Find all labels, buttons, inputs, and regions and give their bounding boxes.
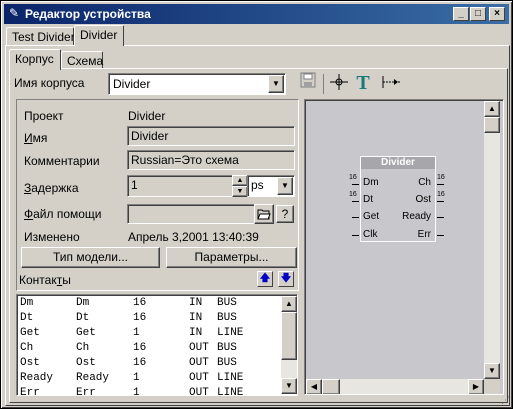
symbol-canvas[interactable]: Divider Dm Dt Get Clk Ch Ost Ready Err 1…	[304, 99, 504, 395]
chevron-down-icon[interactable]: ▼	[277, 177, 293, 195]
delay-field[interactable]: 1	[127, 175, 233, 197]
minimize-button[interactable]: _	[453, 7, 469, 21]
delay-down-button[interactable]: ▼	[232, 186, 248, 197]
window-title: Редактор устройства	[25, 7, 151, 21]
device-symbol[interactable]: Divider Dm Dt Get Clk Ch Ost Ready Err	[360, 156, 436, 242]
scroll-corner	[484, 379, 500, 394]
tab-divider[interactable]: Divider	[74, 25, 124, 46]
delay-up-button[interactable]: ▲	[232, 175, 248, 186]
pin-stub	[437, 184, 444, 185]
open-folder-icon[interactable]	[254, 204, 274, 224]
pin-tool-icon[interactable]	[328, 72, 350, 94]
contacts-list[interactable]: Dm Dm 16 IN BUS Dt Dt 16 IN BUS Get Get 1 IN LINE Ch…	[16, 294, 298, 396]
canvas-hscrollbar[interactable]: ◀ ▶	[306, 379, 484, 394]
pin-stub	[437, 201, 444, 202]
connector-tool-icon[interactable]	[381, 72, 403, 94]
tab-label: Схема	[67, 54, 104, 68]
package-name-combo[interactable]: Divider	[108, 73, 286, 95]
comments-value: Russian=Это схема	[131, 153, 239, 167]
pin-stub	[352, 235, 359, 236]
delay-unit-value: ps	[251, 178, 264, 192]
contacts-label: Контакты	[19, 273, 71, 287]
scroll-right-icon[interactable]: ▶	[468, 379, 484, 394]
resize-grip-icon[interactable]: ⋰	[498, 394, 510, 406]
list-scrollbar[interactable]: ▲ ▼	[281, 296, 297, 394]
tab-label: Test Divider	[12, 30, 75, 44]
name-label: Имя	[24, 131, 48, 145]
text-tool-icon[interactable]: T	[352, 72, 374, 94]
pin-stub	[437, 235, 444, 236]
package-name-label: Имя корпуса	[14, 76, 85, 90]
pin-stub	[352, 217, 359, 218]
parameters-button[interactable]: Параметры...	[166, 247, 297, 268]
pin-stub	[437, 217, 444, 218]
modified-label: Изменено	[24, 230, 80, 244]
symbol-pin-right: Ready	[402, 211, 431, 222]
project-label: Проект	[24, 109, 64, 123]
scroll-up-icon[interactable]: ▲	[484, 101, 500, 117]
save-icon[interactable]	[297, 72, 319, 94]
scroll-thumb[interactable]	[281, 312, 297, 360]
symbol-pin-right: Ch	[418, 177, 431, 188]
canvas-vscrollbar[interactable]: ▲ ▼	[484, 101, 500, 379]
scroll-up-icon[interactable]: ▲	[281, 296, 297, 312]
move-down-button[interactable]: 🡇	[278, 271, 294, 287]
symbol-pin-left: Get	[363, 211, 380, 222]
symbol-pin-left: Dm	[363, 177, 379, 188]
scroll-down-icon[interactable]: ▼	[281, 378, 297, 394]
name-field[interactable]: Divider	[127, 126, 295, 146]
modified-value: Апрель 3,2001 13:40:39	[128, 230, 259, 244]
app-icon: ✎	[8, 6, 20, 20]
symbol-pin-right: Ost	[415, 194, 431, 205]
scroll-thumb[interactable]	[484, 117, 500, 133]
bus-width-label: 16	[437, 191, 445, 198]
maximize-button[interactable]: □	[470, 7, 486, 21]
symbol-title: Divider	[361, 157, 435, 169]
model-type-button[interactable]: Тип модели...	[21, 247, 160, 268]
package-name-value: Divider	[113, 77, 151, 91]
symbol-pin-right: Err	[417, 229, 431, 240]
delay-label: Задержка	[24, 181, 79, 195]
comments-label: Комментарии	[24, 154, 100, 168]
tab-label: Divider	[80, 28, 118, 42]
bus-width-label: 16	[437, 174, 445, 181]
title-bar[interactable]: ✎ Редактор устройства _ □ ×	[4, 4, 509, 24]
help-file-label: Файл помощи	[24, 207, 102, 221]
scroll-thumb[interactable]	[322, 379, 340, 394]
bus-width-label: 16	[349, 174, 357, 181]
scroll-down-icon[interactable]: ▼	[484, 363, 500, 379]
bus-width-label: 16	[349, 191, 357, 198]
name-value: Divider	[131, 129, 169, 143]
toolbar-separator	[323, 74, 324, 94]
move-up-button[interactable]: 🡅	[257, 271, 273, 287]
device-editor-window: ✎ Редактор устройства _ □ × Test Divider…	[0, 0, 513, 409]
tab-label: Корпус	[15, 52, 54, 66]
symbol-pin-left: Dt	[363, 194, 373, 205]
close-button[interactable]: ×	[489, 7, 505, 21]
help-file-field[interactable]	[127, 204, 255, 224]
pin-stub	[352, 201, 359, 202]
pin-stub	[352, 184, 359, 185]
chevron-down-icon[interactable]: ▼	[268, 75, 284, 93]
comments-field[interactable]: Russian=Это схема	[127, 150, 295, 170]
help-button[interactable]: ?	[276, 205, 294, 223]
delay-value: 1	[131, 178, 138, 192]
project-value: Divider	[128, 109, 166, 123]
symbol-pin-left: Clk	[363, 229, 378, 240]
tab-test-divider[interactable]: Test Divider	[6, 27, 75, 46]
tab-package[interactable]: Корпус	[9, 49, 61, 70]
scroll-left-icon[interactable]: ◀	[306, 379, 322, 394]
